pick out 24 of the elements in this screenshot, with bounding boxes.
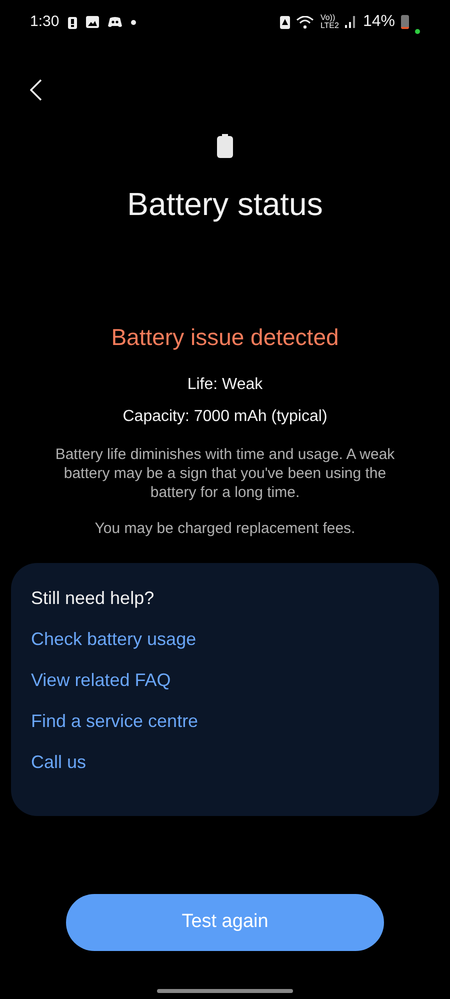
- help-link[interactable]: Call us: [31, 749, 86, 790]
- help-link[interactable]: Check battery usage: [31, 626, 196, 667]
- help-link[interactable]: View related FAQ: [31, 667, 171, 708]
- status-message: Battery issue detected: [111, 323, 339, 352]
- description-text: Battery life diminishes with time and usage. A weak battery may be a sign that you've been using the battery for a long time.: [54, 444, 396, 502]
- dot-icon: [131, 20, 136, 24]
- charging-dot-icon: [415, 29, 420, 34]
- wifi-icon: [296, 16, 314, 28]
- signal-icon: [344, 16, 357, 28]
- page-title: Battery status: [127, 185, 323, 224]
- battery-saver-icon: [280, 15, 290, 29]
- note-text: You may be charged replacement fees.: [94, 518, 356, 538]
- detail-text: Life: Weak: [187, 374, 263, 394]
- card-title: Still need help?: [31, 587, 156, 610]
- network-type-label: Vo)) LTE2: [320, 14, 339, 30]
- image-icon: [86, 16, 100, 28]
- help-link[interactable]: Find a service centre: [31, 708, 198, 749]
- battery-icon: [217, 134, 233, 158]
- battery-percent: 14%: [362, 12, 395, 32]
- game-controller-icon: [108, 16, 122, 28]
- clock: 1:30: [30, 12, 60, 32]
- detail-text: Capacity: 7000 mAh (typical): [122, 406, 328, 426]
- battery-alert-icon: [68, 16, 78, 28]
- battery-icon: [401, 15, 409, 29]
